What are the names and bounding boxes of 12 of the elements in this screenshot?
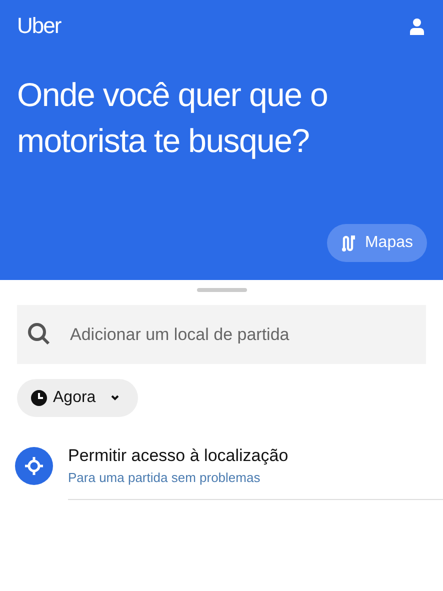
chevron-icon bbox=[110, 394, 120, 402]
clock-icon bbox=[31, 390, 47, 406]
search-field[interactable]: Adicionar um local de partida bbox=[17, 305, 426, 364]
drag-handle[interactable] bbox=[196, 288, 246, 292]
profile-icon[interactable] bbox=[409, 18, 425, 34]
heading: Onde você quer que o motorista te busque? bbox=[17, 75, 329, 161]
route-icon bbox=[340, 234, 357, 252]
suggestion-subtitle: Para uma partida sem problemas bbox=[68, 470, 262, 485]
time-button[interactable]: Agora bbox=[17, 379, 138, 417]
location-icon[interactable] bbox=[15, 446, 53, 484]
suggestion-title[interactable]: Permitir acesso à localização bbox=[68, 446, 288, 466]
logo: Uber bbox=[17, 13, 61, 39]
